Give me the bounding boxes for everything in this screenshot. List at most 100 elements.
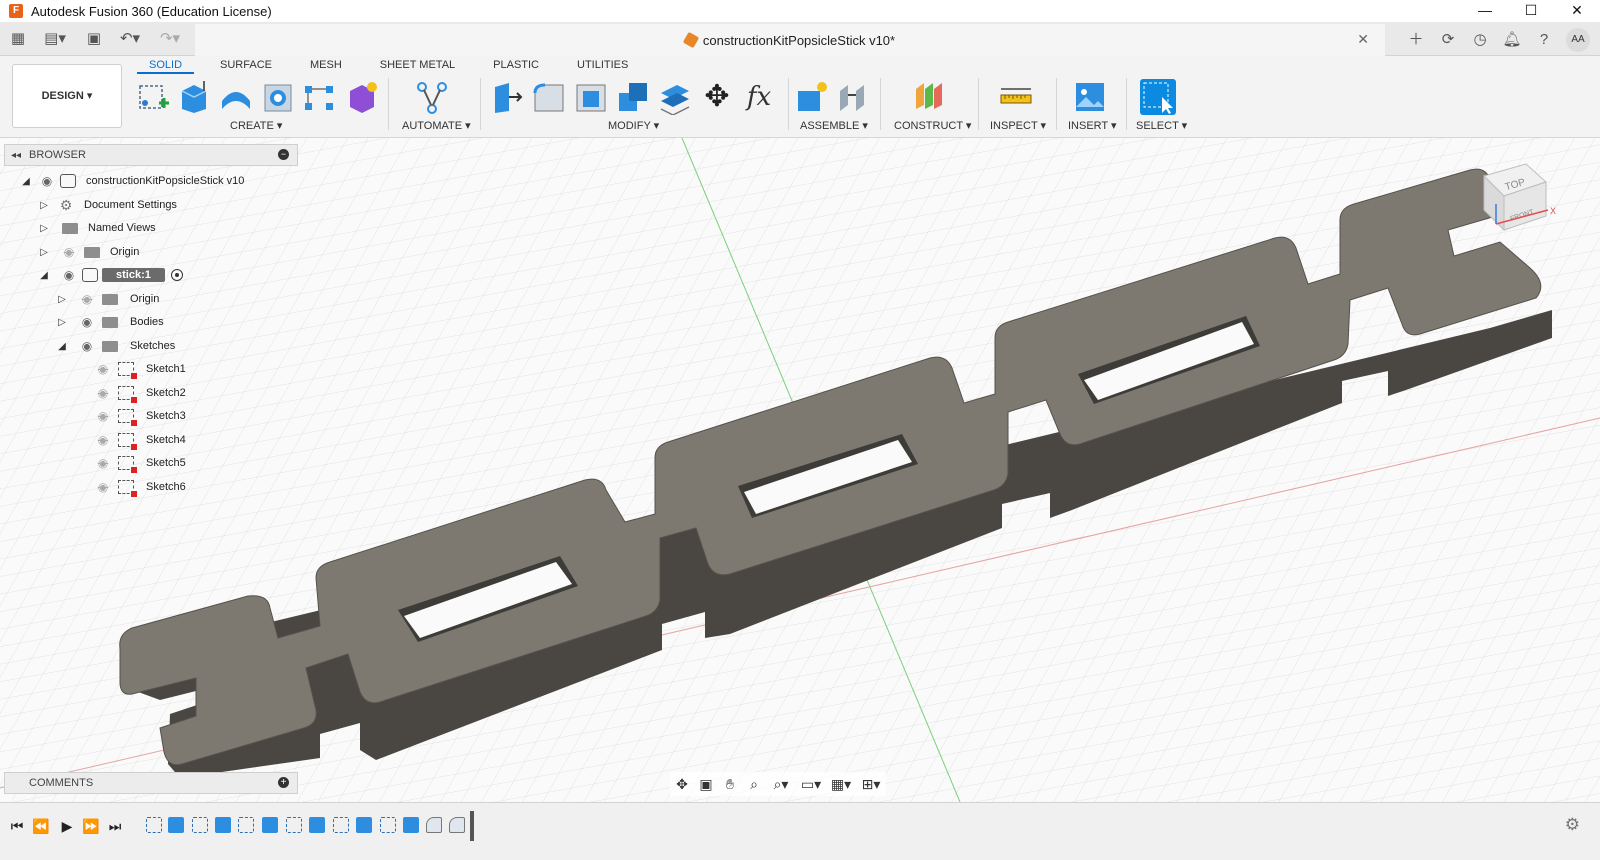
comments-panel-header[interactable]: COMMENTS + xyxy=(4,772,298,794)
hidden-eye-icon[interactable]: ◉ xyxy=(78,292,96,306)
display-settings-icon[interactable]: ▭▾ xyxy=(796,774,826,794)
extensions-icon[interactable]: ⟳ xyxy=(1432,25,1464,55)
timeline-settings-gear-icon[interactable]: ⚙ xyxy=(1565,815,1580,835)
parameters-fx-icon[interactable]: fx xyxy=(741,79,777,115)
assemble-group-label[interactable]: ASSEMBLE ▾ xyxy=(800,119,868,132)
expand-triangle-icon[interactable]: ▷ xyxy=(56,294,68,305)
hole-icon[interactable] xyxy=(260,79,296,115)
hidden-eye-icon[interactable]: ◉ xyxy=(94,433,112,447)
create-sketch-icon[interactable] xyxy=(135,79,171,115)
move-copy-icon[interactable]: ✥ xyxy=(699,79,735,115)
timeline-sketch-icon[interactable] xyxy=(146,817,162,833)
timeline-sketch-icon[interactable] xyxy=(333,817,349,833)
tab-sheet-metal[interactable]: SHEET METAL xyxy=(368,56,467,74)
expand-triangle-icon[interactable]: ▷ xyxy=(38,200,50,211)
collapse-triangle-icon[interactable]: ◢ xyxy=(20,176,32,187)
tree-item-component-origin[interactable]: ▷ ◉ Origin xyxy=(56,288,159,310)
data-panel-grid-icon[interactable]: ▦ xyxy=(8,28,28,50)
close-document-icon[interactable]: ✕ xyxy=(1357,31,1369,48)
timeline-fillet-icon[interactable] xyxy=(449,817,465,833)
expand-triangle-icon[interactable]: ▷ xyxy=(38,247,50,258)
tree-item-sketch[interactable]: ◉ Sketch4 xyxy=(94,429,186,451)
maximize-button[interactable]: ☐ xyxy=(1508,0,1554,22)
zoom-icon[interactable]: ⌕ xyxy=(742,774,766,794)
play-icon[interactable]: ▶ xyxy=(58,817,76,835)
visibility-eye-icon[interactable]: ◉ xyxy=(78,339,96,353)
modify-group-label[interactable]: MODIFY ▾ xyxy=(608,119,659,132)
offset-plane-icon[interactable] xyxy=(912,79,948,115)
tree-item-document-settings[interactable]: ▷ ⚙ Document Settings xyxy=(38,194,177,216)
press-pull-icon[interactable] xyxy=(489,79,525,115)
tree-item-sketch[interactable]: ◉ Sketch3 xyxy=(94,405,186,427)
joint-icon[interactable] xyxy=(836,79,872,115)
offset-face-icon[interactable] xyxy=(657,79,693,115)
hidden-eye-icon[interactable]: ◉ xyxy=(94,480,112,494)
tree-item-named-views[interactable]: ▷ Named Views xyxy=(38,217,156,239)
automate-icon[interactable] xyxy=(414,79,450,115)
hidden-eye-icon[interactable]: ◉ xyxy=(94,386,112,400)
insert-group-label[interactable]: INSERT ▾ xyxy=(1068,119,1117,132)
go-to-start-icon[interactable]: ⏮ xyxy=(8,817,26,835)
timeline-sketch-icon[interactable] xyxy=(286,817,302,833)
undo-icon[interactable]: ↶▾ xyxy=(114,28,146,50)
timeline-extrude-icon[interactable] xyxy=(403,817,419,833)
tree-item-sketch[interactable]: ◉ Sketch1 xyxy=(94,358,186,380)
add-comment-icon[interactable]: + xyxy=(278,777,289,788)
timeline-extrude-icon[interactable] xyxy=(168,817,184,833)
measure-icon[interactable] xyxy=(998,79,1034,115)
tab-plastic[interactable]: PLASTIC xyxy=(481,56,551,74)
tree-item-sketch[interactable]: ◉ Sketch6 xyxy=(94,476,186,498)
hidden-eye-icon[interactable]: ◉ xyxy=(94,456,112,470)
timeline-extrude-icon[interactable] xyxy=(215,817,231,833)
go-to-end-icon[interactable]: ⏭ xyxy=(106,817,124,835)
tab-surface[interactable]: SURFACE xyxy=(208,56,284,74)
new-tab-plus-icon[interactable]: ＋ xyxy=(1400,25,1432,55)
grid-settings-icon[interactable]: ▦▾ xyxy=(826,774,856,794)
tab-solid[interactable]: SOLID xyxy=(137,56,195,74)
collapse-triangle-icon[interactable]: ◢ xyxy=(56,341,68,352)
hidden-eye-icon[interactable]: ◉ xyxy=(94,409,112,423)
create-group-label[interactable]: CREATE ▾ xyxy=(230,119,282,132)
close-window-button[interactable]: ✕ xyxy=(1554,0,1600,22)
expand-triangle-icon[interactable]: ▷ xyxy=(38,223,50,234)
visibility-eye-icon[interactable]: ◉ xyxy=(60,268,78,282)
tree-item-component[interactable]: ◢ ◉ stick:1 xyxy=(38,264,183,286)
collapse-panel-icon[interactable]: ◂◂ xyxy=(11,150,21,161)
step-forward-icon[interactable]: ⏩ xyxy=(82,817,100,835)
workspace-switcher-button[interactable]: DESIGN ▾ xyxy=(12,64,122,128)
timeline-extrude-icon[interactable] xyxy=(356,817,372,833)
extrude-icon[interactable] xyxy=(176,79,212,115)
collapse-triangle-icon[interactable]: ◢ xyxy=(38,270,50,281)
inspect-group-label[interactable]: INSPECT ▾ xyxy=(990,119,1046,132)
timeline-fillet-icon[interactable] xyxy=(426,817,442,833)
minimize-button[interactable]: — xyxy=(1462,0,1508,22)
tab-mesh[interactable]: MESH xyxy=(298,56,354,74)
save-icon[interactable]: ▣ xyxy=(84,28,104,50)
job-status-icon[interactable]: ◷ xyxy=(1464,25,1496,55)
expand-triangle-icon[interactable]: ▷ xyxy=(56,317,68,328)
fillet-icon[interactable] xyxy=(531,79,567,115)
revolve-icon[interactable] xyxy=(218,79,254,115)
fit-zoom-icon[interactable]: ⌕▾ xyxy=(766,774,796,794)
insert-image-icon[interactable] xyxy=(1072,79,1108,115)
viewports-icon[interactable]: ⊞▾ xyxy=(856,774,886,794)
tree-item-sketch[interactable]: ◉ Sketch5 xyxy=(94,452,186,474)
pattern-icon[interactable] xyxy=(302,79,338,115)
activate-component-icon[interactable] xyxy=(170,269,183,281)
form-icon[interactable] xyxy=(344,79,380,115)
user-avatar[interactable]: AA xyxy=(1566,28,1590,52)
tree-root[interactable]: ◢ ◉ constructionKitPopsicleStick v10 xyxy=(20,170,244,192)
timeline-extrude-icon[interactable] xyxy=(309,817,325,833)
redo-icon[interactable]: ↷▾ xyxy=(154,28,186,50)
pan-hand-icon[interactable]: ✋︎ xyxy=(718,774,742,794)
hidden-eye-icon[interactable]: ◉ xyxy=(60,245,78,259)
tree-item-sketch[interactable]: ◉ Sketch2 xyxy=(94,382,186,404)
tree-item-origin[interactable]: ▷ ◉ Origin xyxy=(38,241,139,263)
timeline-marker[interactable] xyxy=(470,811,474,841)
notifications-bell-icon[interactable]: 🔔︎ xyxy=(1496,25,1528,55)
visibility-eye-icon[interactable]: ◉ xyxy=(78,315,96,329)
select-group-label[interactable]: SELECT ▾ xyxy=(1136,119,1187,132)
canvas-viewport[interactable]: TOP FRONT X xyxy=(0,138,1600,802)
tree-item-sketches[interactable]: ◢ ◉ Sketches xyxy=(56,335,175,357)
automate-group-label[interactable]: AUTOMATE ▾ xyxy=(402,119,471,132)
